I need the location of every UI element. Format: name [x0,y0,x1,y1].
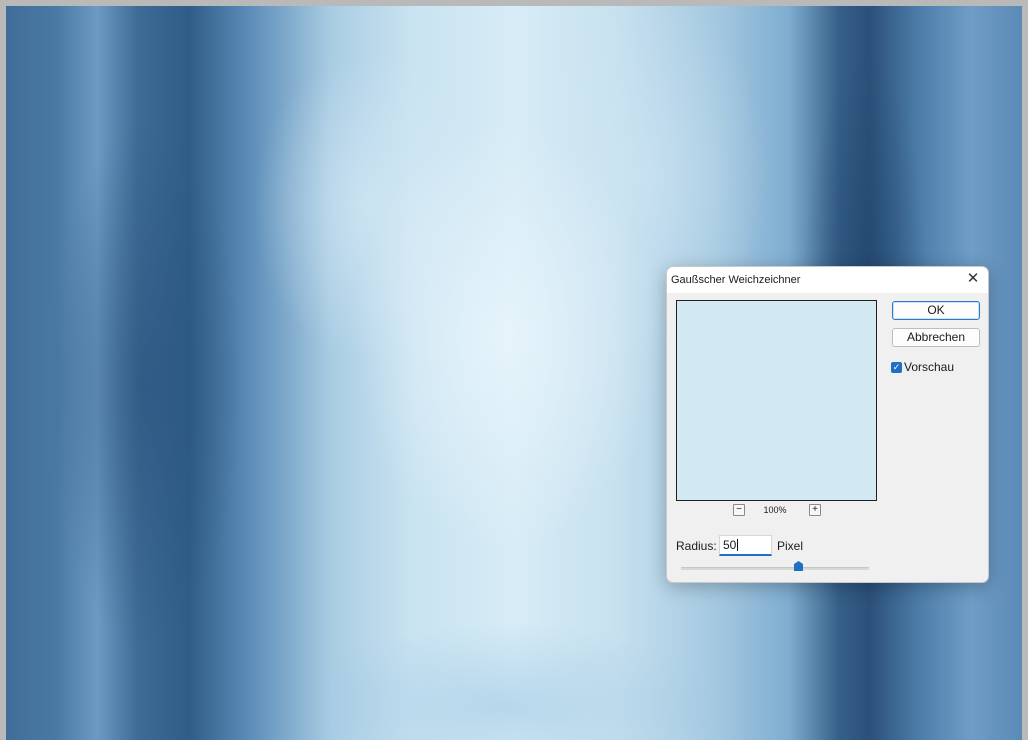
checkmark-icon: ✓ [892,361,901,372]
radius-slider-thumb[interactable] [793,561,803,571]
radius-slider-track[interactable] [681,567,869,570]
dialog-title: Gaußscher Weichzeichner [671,274,801,286]
ok-button[interactable]: OK [892,301,980,320]
zoom-in-icon[interactable]: + [809,504,821,516]
dialog-titlebar[interactable]: Gaußscher Weichzeichner ✕ [667,267,988,293]
preview-checkbox-label: Vorschau [904,360,955,374]
cancel-button[interactable]: Abbrechen [892,328,980,347]
radius-unit: Pixel [777,539,804,553]
zoom-level: 100% [763,505,787,515]
close-icon[interactable]: ✕ [962,269,984,289]
screen: Gaußscher Weichzeichner ✕ − 100% + OK Ab… [0,0,1028,740]
text-caret [737,539,739,551]
preview-pane[interactable] [676,300,877,501]
radius-value: 50 [723,538,737,552]
zoom-out-icon[interactable]: − [733,504,745,516]
gaussian-blur-dialog: Gaußscher Weichzeichner ✕ − 100% + OK Ab… [666,266,989,583]
radius-label: Radius: [676,539,717,553]
radius-input[interactable]: 50 [719,535,772,556]
preview-toggle[interactable]: ✓ Vorschau [891,360,954,374]
preview-checkbox[interactable]: ✓ [891,361,902,373]
